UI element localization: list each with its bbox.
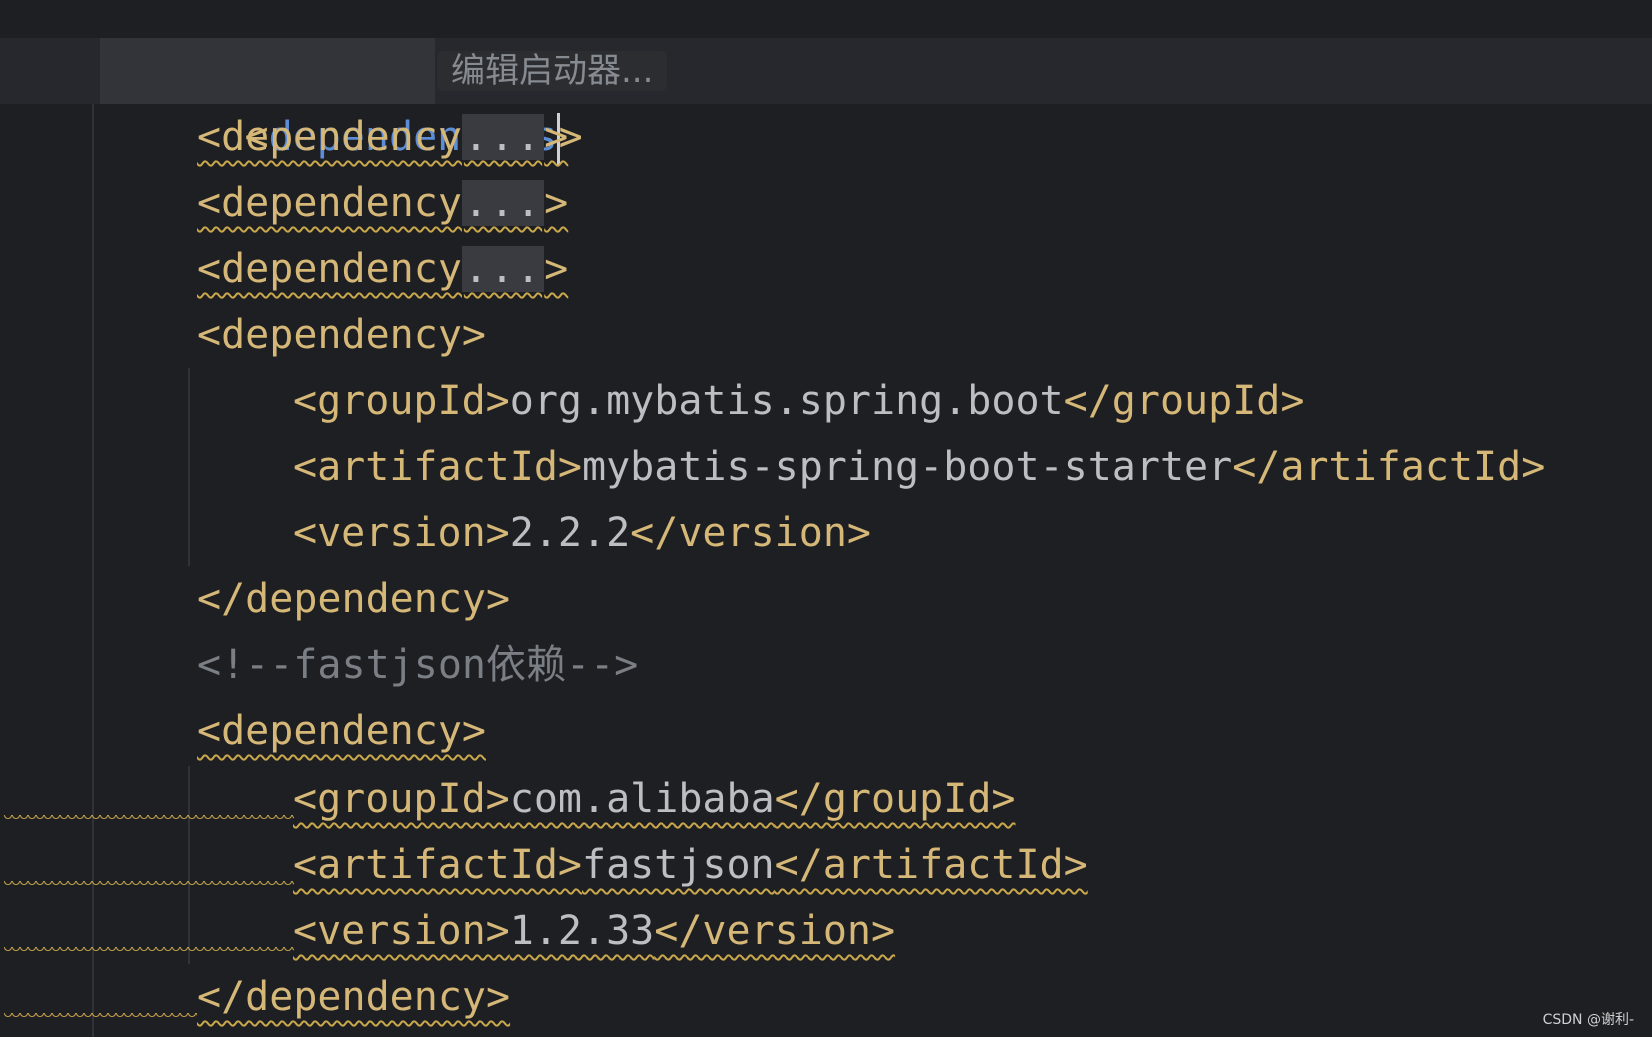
- warning-squiggle: [4, 1013, 197, 1021]
- code-line-1[interactable]: <dependencies> 编辑启动器...: [0, 38, 1652, 165]
- groupid-close-tag: </groupId>: [1063, 378, 1305, 424]
- code-line-9[interactable]: </dependency>: [0, 566, 1652, 632]
- artifactid-value: mybatis-spring-boot-starter: [581, 444, 1233, 490]
- version-open-tag: <version>: [293, 510, 510, 556]
- dependency-close-tag: </dependency>: [197, 576, 511, 622]
- groupid-value: com.alibaba: [509, 776, 775, 822]
- artifactid-value: fastjson: [581, 842, 775, 888]
- code-line-3[interactable]: <dependency...>: [0, 170, 1652, 236]
- folded-region[interactable]: ...: [461, 180, 545, 226]
- tag-close-bracket: >: [544, 114, 569, 160]
- warning-squiggle: [4, 881, 294, 889]
- csdn-watermark: CSDN @谢利-: [1542, 1012, 1634, 1028]
- groupid-open-tag: <groupId>: [293, 776, 510, 822]
- artifactid-close-tag: </artifactId>: [1232, 444, 1546, 490]
- artifactid-close-tag: </artifactId>: [774, 842, 1088, 888]
- dependency-close-tag: </dependency>: [197, 974, 511, 1020]
- code-line-4[interactable]: <dependency...>: [0, 236, 1652, 302]
- dependency-tag: <dependency: [197, 114, 462, 160]
- version-close-tag: </version>: [654, 908, 896, 954]
- code-line-6[interactable]: <groupId>org.mybatis.spring.boot</groupI…: [0, 368, 1652, 434]
- version-value: 2.2.2: [509, 510, 631, 556]
- dependency-tag: <dependency: [197, 180, 462, 226]
- artifactid-open-tag: <artifactId>: [293, 842, 582, 888]
- code-line-10[interactable]: <!--fastjson依赖-->: [0, 632, 1652, 698]
- dependency-open-tag: <dependency>: [197, 312, 486, 358]
- warning-squiggle: [4, 815, 294, 823]
- version-value: 1.2.33: [509, 908, 655, 954]
- version-close-tag: </version>: [630, 510, 871, 556]
- folded-region[interactable]: ...: [461, 246, 545, 292]
- tag-close-bracket: >: [544, 246, 569, 292]
- folded-region[interactable]: ...: [461, 114, 545, 160]
- groupid-close-tag: </groupId>: [774, 776, 1016, 822]
- warning-squiggle: [4, 947, 294, 955]
- artifactid-open-tag: <artifactId>: [293, 444, 582, 490]
- code-line-2[interactable]: <dependency...>: [0, 104, 1652, 170]
- code-line-11[interactable]: <dependency>: [0, 698, 1652, 764]
- fastjson-comment: <!--fastjson依赖-->: [197, 642, 639, 688]
- tag-close-bracket: >: [544, 180, 569, 226]
- version-open-tag: <version>: [293, 908, 510, 954]
- edit-starters-hint[interactable]: 编辑启动器...: [437, 51, 668, 91]
- dependency-tag: <dependency: [197, 246, 462, 292]
- code-line-7[interactable]: <artifactId>mybatis-spring-boot-starter<…: [0, 434, 1652, 500]
- code-line-8[interactable]: <version>2.2.2</version>: [0, 500, 1652, 566]
- groupid-open-tag: <groupId>: [293, 378, 510, 424]
- groupid-value: org.mybatis.spring.boot: [509, 378, 1064, 424]
- dependency-open-tag: <dependency>: [197, 708, 486, 754]
- code-line-5[interactable]: <dependency>: [0, 302, 1652, 368]
- code-editor[interactable]: <dependencies> 编辑启动器... <dependency...> …: [0, 0, 1652, 1037]
- code-line-15[interactable]: </dependency>: [0, 964, 1652, 1030]
